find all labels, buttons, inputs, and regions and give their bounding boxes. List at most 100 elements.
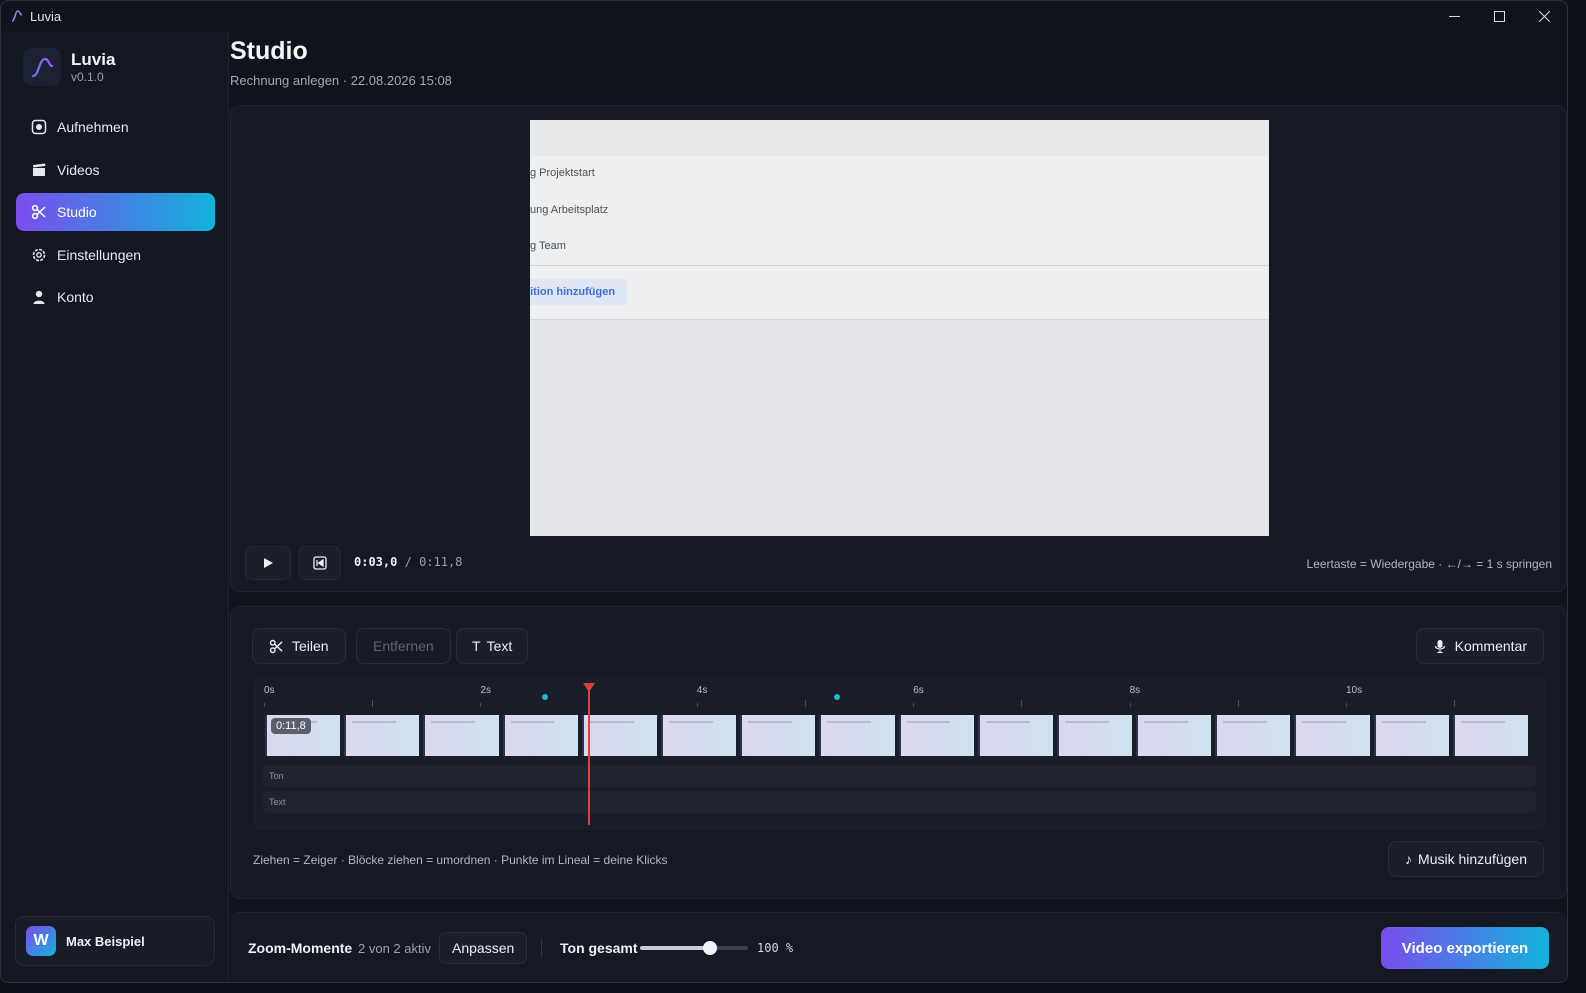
click-point-marker[interactable] (542, 694, 549, 700)
timeline[interactable]: 0s 2s 4s 6s 8s 10s 0:11,8 Ton Text (253, 677, 1546, 830)
preview-line: g Projektstart (530, 167, 595, 179)
add-music-button[interactable]: ♪ Musik hinzufügen (1388, 841, 1544, 877)
remove-label: Entfernen (373, 638, 434, 654)
time-current: 0:03,0 (354, 555, 398, 569)
preview-line: ung Arbeitsplatz (530, 204, 609, 216)
comment-button[interactable]: Kommentar (1415, 628, 1544, 664)
timeline-ruler[interactable]: 0s 2s 4s 6s 8s 10s (253, 677, 1546, 711)
ruler-tick-label: 8s (1129, 685, 1141, 696)
bottom-bar: Zoom-Momente 2 von 2 aktiv Anpassen Ton … (230, 912, 1567, 982)
zoom-moments-count: 2 von 2 aktiv (358, 941, 431, 956)
clip-thumbnail (344, 715, 420, 756)
sidebar-item-label: Studio (57, 204, 97, 220)
sidebar-item-label: Konto (57, 289, 94, 305)
adjust-button[interactable]: Anpassen (439, 932, 528, 964)
clip-thumbnail (660, 715, 737, 756)
text-button[interactable]: T Text (456, 628, 529, 664)
brand: Luvia v0.1.0 (23, 48, 115, 86)
ruler-tick (805, 700, 806, 707)
clip-thumbnail (740, 715, 816, 756)
comment-label: Kommentar (1454, 638, 1527, 654)
microphone-icon (1433, 639, 1447, 653)
ruler-tick (913, 703, 915, 707)
ruler-tick-label: 2s (480, 685, 491, 696)
playhead[interactable] (587, 683, 590, 825)
ruler-tick (264, 703, 265, 707)
export-video-button[interactable]: Video exportieren (1381, 927, 1549, 969)
clip-thumbnail (1056, 715, 1133, 756)
sidebar-item-studio[interactable]: Studio (16, 193, 215, 231)
ruler-tick (696, 703, 698, 707)
time-total: 0:11,8 (419, 555, 463, 569)
clip-thumbnail (1215, 715, 1291, 756)
sidebar-item-einstellungen[interactable]: Einstellungen (16, 236, 215, 274)
ruler-tick (1237, 700, 1239, 707)
click-point-marker[interactable] (834, 694, 841, 700)
volume-label: Ton gesamt (560, 940, 638, 956)
brand-logo-icon (23, 48, 61, 86)
clip-thumbnail (1294, 715, 1370, 756)
ruler-tick (1021, 700, 1023, 707)
track-label: Ton (269, 771, 284, 781)
page-subtitle: Rechnung anlegen · 22.08.2026 15:08 (230, 73, 452, 88)
gear-icon (31, 247, 47, 263)
preview-panel: g Projektstart ung Arbeitsplatz g Team s… (230, 105, 1567, 592)
track-audio[interactable]: Ton (263, 765, 1536, 787)
preview-line: g Team (530, 240, 566, 252)
user-card[interactable]: W Max Beispiel (15, 916, 215, 966)
play-icon (264, 558, 273, 568)
ruler-tick-label: 0s (264, 685, 275, 696)
music-note-icon: ♪ (1405, 851, 1413, 867)
play-button[interactable] (245, 546, 291, 580)
time-separator: / (404, 555, 412, 569)
clip-thumbnail (819, 715, 895, 756)
app-window: Luvia Luvia v0.1.0 Aufnehmen Videos Stud… (0, 0, 1568, 983)
rewind-button[interactable] (298, 546, 341, 580)
sidebar: Luvia v0.1.0 Aufnehmen Videos Studio Ein… (1, 31, 229, 982)
sidebar-item-videos[interactable]: Videos (16, 151, 215, 189)
ruler-tick-label: 10s (1346, 685, 1363, 696)
maximize-button[interactable] (1477, 1, 1522, 31)
remove-button[interactable]: Entfernen (356, 628, 451, 664)
clip-thumbnail (977, 715, 1053, 756)
track-label: Text (269, 797, 286, 807)
clapper-icon (31, 162, 47, 178)
timeline-hint: Ziehen = Zeiger · Blöcke ziehen = umordn… (253, 853, 668, 867)
volume-slider-knob[interactable] (703, 941, 718, 955)
avatar: W (26, 926, 56, 956)
text-label: Text (486, 638, 513, 654)
clip-thumbnail (581, 715, 657, 756)
clip-thumbnail (1136, 715, 1212, 756)
clip-thumbnail (1373, 715, 1449, 756)
volume-value: 100 % (757, 941, 794, 955)
clip-thumbnail (502, 715, 578, 756)
timeline-panel: Teilen Entfernen T Text Kommentar 0s 2s 4s… (230, 606, 1567, 899)
title-bar[interactable]: Luvia (1, 1, 1567, 31)
split-label: Teilen (292, 638, 329, 654)
close-button[interactable] (1522, 1, 1567, 31)
user-icon (31, 289, 47, 305)
sidebar-item-konto[interactable]: Konto (16, 278, 215, 316)
sidebar-nav: Aufnehmen Videos Studio Einstellungen Ko… (16, 108, 215, 321)
ruler-tick (372, 700, 374, 707)
video-preview[interactable]: g Projektstart ung Arbeitsplatz g Team s… (530, 120, 1269, 536)
brand-name: Luvia (71, 50, 116, 69)
main-content: Studio Rechnung anlegen · 22.08.2026 15:… (230, 31, 1567, 982)
track-text[interactable]: Text (263, 791, 1536, 813)
volume-slider[interactable] (640, 941, 748, 955)
ruler-tick (480, 703, 482, 707)
scissors-icon (31, 204, 47, 220)
record-icon (31, 119, 47, 135)
clip-thumbnail (1452, 715, 1528, 756)
zoom-moments-label: Zoom-Momente (248, 940, 353, 956)
sidebar-item-aufnehmen[interactable]: Aufnehmen (16, 108, 215, 146)
minimize-button[interactable] (1432, 1, 1477, 31)
clip-thumbnail (898, 715, 974, 756)
split-button[interactable]: Teilen (252, 628, 346, 664)
page-title: Studio (230, 37, 308, 65)
video-clip[interactable]: 0:11,8 (265, 715, 1532, 756)
ruler-tick-label: 6s (913, 685, 924, 696)
window-title: Luvia (30, 8, 62, 24)
preview-add-position-button: sition hinzufügen (530, 279, 628, 305)
sidebar-item-label: Aufnehmen (57, 119, 129, 135)
